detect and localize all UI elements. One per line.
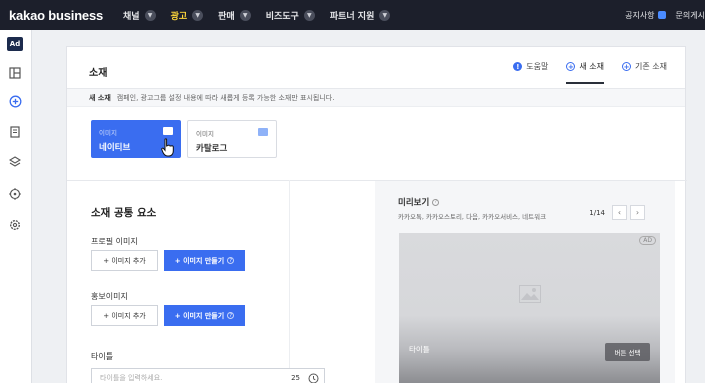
nav-biztools[interactable]: 비즈도구 ▼	[266, 9, 315, 22]
image-icon	[163, 127, 173, 135]
page-title: 소재	[89, 68, 108, 79]
title-field[interactable]: 25	[91, 368, 325, 383]
pager-count: 1/14	[589, 208, 605, 217]
preview-cta-button[interactable]: 버튼 선택	[605, 343, 650, 361]
chevron-right-icon: ›	[635, 208, 640, 217]
nav-channel-label: 채널	[123, 11, 140, 22]
desc-text: 캠페인, 광고그룹 설정 내용에 따라 새롭게 등록 가능한 소재만 표시됩니다…	[116, 93, 335, 102]
promo-make-image-label: + 이미지 만들기	[174, 311, 225, 320]
layers-icon[interactable]	[7, 154, 23, 170]
plus-icon: +	[622, 62, 632, 71]
preview-caption: 타이틀	[409, 345, 430, 354]
settings-icon[interactable]	[7, 217, 23, 233]
chevron-left-icon: ‹	[617, 208, 622, 217]
hand-cursor-icon	[161, 138, 174, 157]
chevron-down-icon: ▼	[379, 9, 391, 21]
new-creative-label: 새 소재	[579, 62, 605, 71]
inquiry-link[interactable]: 문의게시	[676, 10, 705, 21]
chevron-down-icon: ▼	[239, 9, 251, 21]
image-icon	[258, 128, 268, 136]
notice-badge-icon	[657, 11, 666, 19]
profile-image-label: 프로필 이미지	[91, 237, 138, 246]
plus-icon: +	[566, 62, 576, 71]
profile-make-image-label: + 이미지 만들기	[174, 256, 225, 265]
chevron-down-icon: ▼	[303, 9, 315, 21]
brand-logo[interactable]: kakao business	[9, 8, 123, 23]
promo-make-image-button[interactable]: + 이미지 만들기?	[164, 305, 245, 326]
info-icon[interactable]: ?	[432, 198, 440, 206]
nav-biztools-label: 비즈도구	[265, 11, 299, 22]
preview-title: 미리보기?	[398, 196, 440, 208]
ad-logo-icon[interactable]: Ad	[7, 37, 23, 51]
profile-make-image-button[interactable]: + 이미지 만들기?	[164, 250, 245, 271]
existing-creative-label: 기존 소재	[635, 62, 667, 71]
help-label: 도움말	[526, 62, 549, 71]
preview-title-text: 미리보기	[398, 198, 430, 208]
nav-sales-label: 판매	[218, 11, 235, 22]
type-catalog-label: 카탈로그	[196, 144, 228, 154]
image-placeholder-icon	[519, 285, 541, 303]
add-circle-icon[interactable]	[7, 93, 23, 109]
preview-placements: 카카오톡, 카카오스토리, 다음, 카카오서비스, 네트워크	[398, 213, 547, 221]
header-links: ! 도움말 + 새 소재 + 기존 소재	[495, 61, 667, 84]
preview-pager: 1/14 ‹ ›	[589, 205, 645, 220]
chevron-down-icon: ▼	[192, 9, 204, 21]
creative-type-selector: 이미지 네이티브 이미지 카탈로그	[91, 120, 283, 158]
ad-badge: AD	[639, 236, 656, 245]
promo-image-label: 홍보이미지	[91, 292, 128, 301]
nav-partner-support[interactable]: 파트너 지원 ▼	[330, 9, 391, 22]
profile-image-actions: + 이미지 추가 + 이미지 만들기?	[91, 250, 245, 271]
type-catalog-button[interactable]: 이미지 카탈로그	[187, 120, 277, 158]
profile-add-image-button[interactable]: + 이미지 추가	[91, 250, 158, 271]
title-input[interactable]	[100, 374, 290, 382]
target-icon[interactable]	[7, 186, 23, 202]
notice-link[interactable]: 공지사항	[625, 10, 654, 21]
clock-icon[interactable]	[308, 373, 319, 383]
type-native-sub: 이미지	[99, 129, 117, 137]
type-native-button[interactable]: 이미지 네이티브	[91, 120, 181, 158]
main-nav: 채널 ▼ 광고 ▼ 판매 ▼ 비즈도구 ▼ 파트너 지원 ▼	[123, 9, 405, 22]
nav-sales[interactable]: 판매 ▼	[218, 9, 251, 22]
nav-ads-label: 광고	[170, 11, 188, 22]
new-creative-tab[interactable]: + 새 소재	[566, 61, 605, 84]
chevron-down-icon: ▼	[144, 9, 156, 21]
help-icon: ?	[227, 257, 235, 264]
nav-partner-label: 파트너 지원	[329, 11, 375, 22]
title-char-counter: 25	[291, 374, 300, 382]
layout-icon[interactable]	[7, 65, 23, 81]
promo-add-image-button[interactable]: + 이미지 추가	[91, 305, 158, 326]
nav-ads[interactable]: 광고 ▼	[171, 9, 204, 22]
top-navigation-bar: kakao business 채널 ▼ 광고 ▼ 판매 ▼ 비즈도구 ▼ 파트너 지원 ▼…	[0, 0, 705, 30]
next-button[interactable]: ›	[630, 205, 645, 220]
help-icon: !	[513, 62, 523, 71]
nav-channel[interactable]: 채널 ▼	[123, 9, 156, 22]
divider	[289, 180, 290, 383]
help-link[interactable]: ! 도움말	[513, 61, 548, 84]
preview-image: AD 타이틀 버튼 선택	[399, 233, 660, 383]
description-bar: 새 소재 캠페인, 광고그룹 설정 내용에 따라 새롭게 등록 가능한 소재만 …	[67, 89, 685, 107]
top-right-links: 공지사항 문의게시	[625, 0, 705, 30]
desc-prefix: 새 소재	[89, 93, 111, 102]
title-label: 타이틀	[91, 352, 114, 361]
promo-image-actions: + 이미지 추가 + 이미지 만들기?	[91, 305, 245, 326]
section-title: 소재 공통 요소	[91, 207, 157, 219]
existing-creative-tab[interactable]: + 기존 소재	[622, 61, 667, 84]
help-icon: ?	[227, 312, 235, 319]
left-sidebar: Ad	[0, 30, 32, 383]
prev-button[interactable]: ‹	[612, 205, 627, 220]
card-header: 소재 ! 도움말 + 새 소재 + 기존 소재	[67, 47, 685, 89]
document-icon[interactable]	[7, 124, 23, 140]
